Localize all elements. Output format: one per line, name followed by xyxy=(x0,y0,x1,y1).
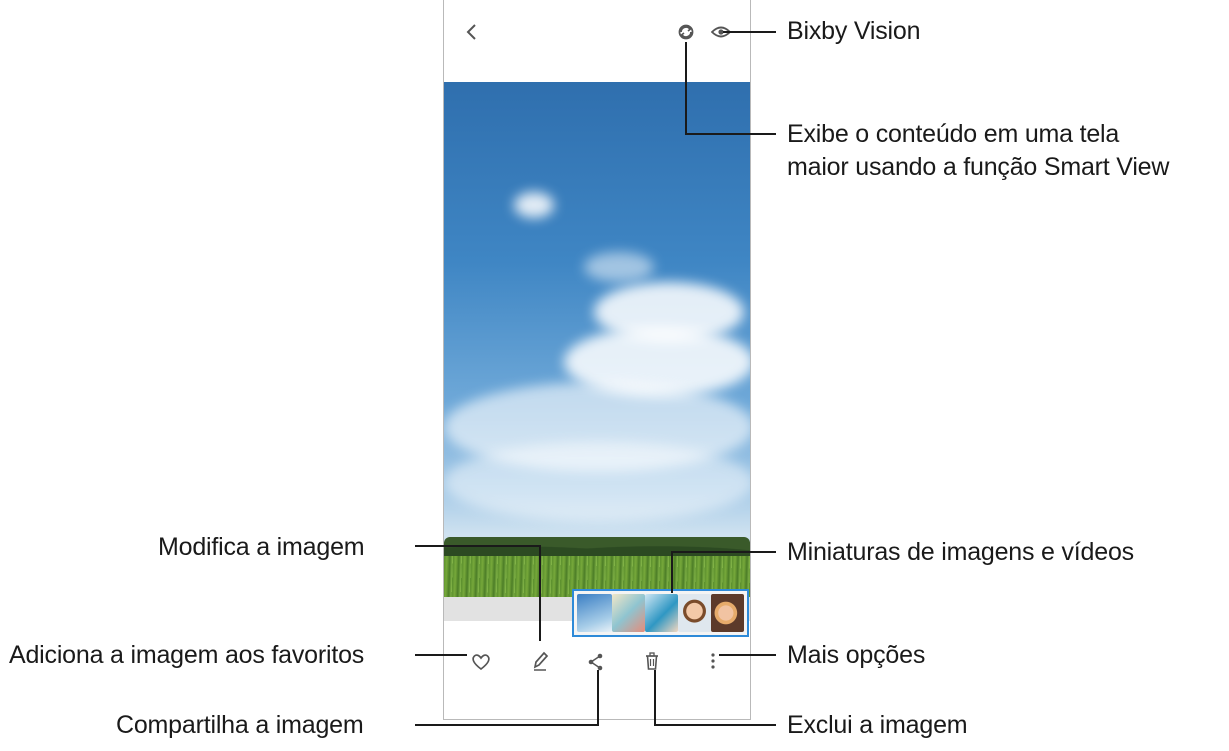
back-chevron-icon[interactable] xyxy=(462,22,482,42)
trash-icon[interactable] xyxy=(644,651,660,671)
more-vertical-icon[interactable] xyxy=(710,652,716,670)
annotation-delete: Exclui a imagem xyxy=(787,711,968,739)
annotation-smart-view-line1: Exibe o conteúdo em uma tela xyxy=(787,120,1120,148)
annotation-favorite: Adiciona a imagem aos favoritos xyxy=(9,641,365,669)
share-icon[interactable] xyxy=(587,652,605,672)
thumbnail-item[interactable] xyxy=(710,594,744,632)
thumbnail-item[interactable] xyxy=(611,594,645,632)
photo-viewer-image[interactable] xyxy=(444,82,750,597)
eye-icon[interactable] xyxy=(711,24,731,40)
annotation-edit-image: Modifica a imagem xyxy=(158,533,365,561)
annotation-smart-view-line2: maior usando a função Smart View xyxy=(787,153,1170,181)
pencil-icon[interactable] xyxy=(531,650,549,672)
phone-screen xyxy=(443,0,751,720)
heart-icon[interactable] xyxy=(471,653,491,671)
annotation-more-options: Mais opções xyxy=(787,641,926,669)
thumbnail-item[interactable] xyxy=(577,594,612,632)
thumbnail-item[interactable] xyxy=(644,594,678,632)
thumbnail-item[interactable] xyxy=(677,594,711,632)
annotation-bixby-vision: Bixby Vision xyxy=(787,17,921,45)
annotation-share: Compartilha a imagem xyxy=(116,711,364,739)
annotation-thumbnails: Miniaturas de imagens e vídeos xyxy=(787,538,1134,566)
bottom-toolbar xyxy=(444,637,750,719)
thumbnail-strip[interactable] xyxy=(572,589,749,637)
top-bar xyxy=(444,0,750,82)
smart-view-icon[interactable] xyxy=(677,23,695,41)
